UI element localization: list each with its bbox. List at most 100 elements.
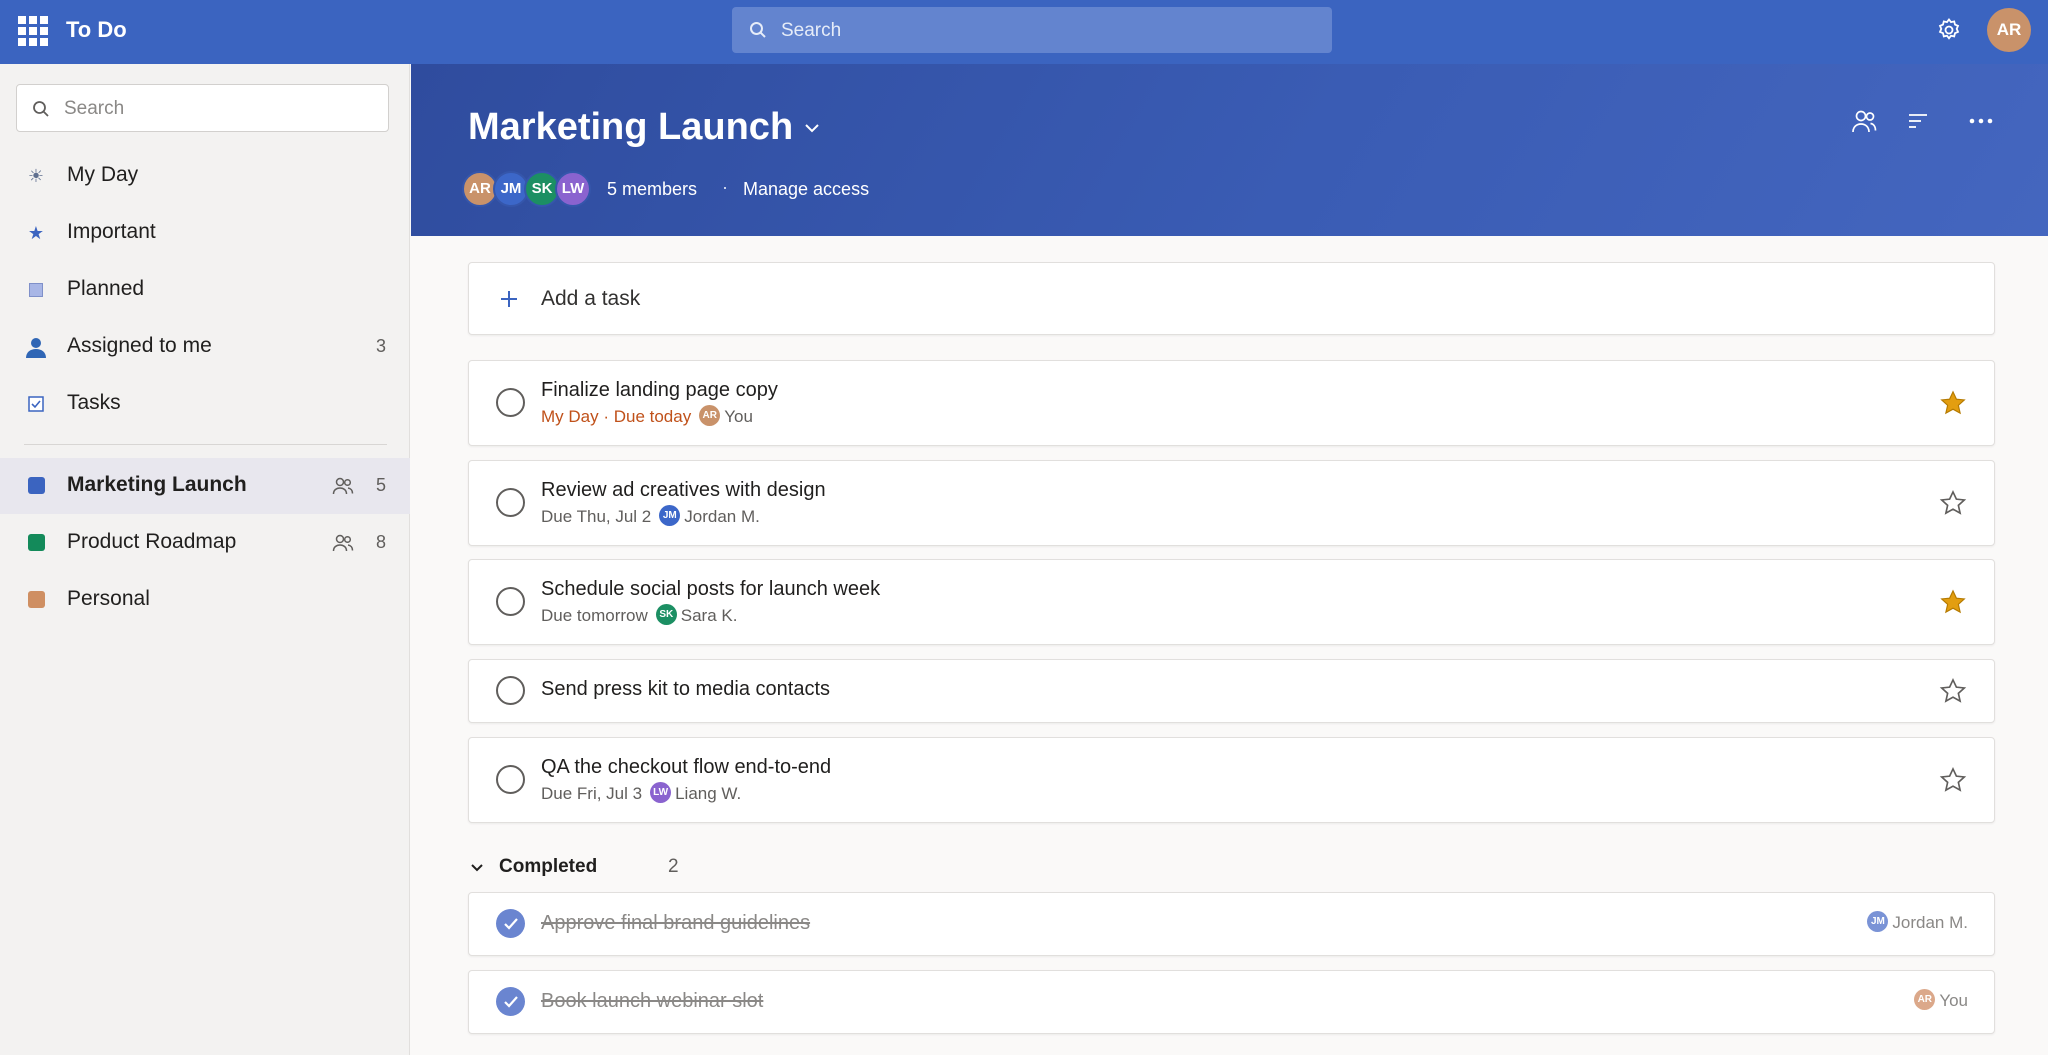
- sidebar-item-personal[interactable]: Personal: [0, 572, 410, 628]
- sidebar-search-input[interactable]: Search: [16, 84, 389, 132]
- checkbox-icon: [24, 392, 48, 416]
- completed-task-row[interactable]: Book launch webinar slot AR You: [468, 970, 1995, 1034]
- person-icon: [24, 335, 48, 359]
- task-assignee: You: [1939, 991, 1968, 1010]
- shared-people-icon: [332, 477, 354, 495]
- sidebar-item-label: Product Roadmap: [67, 530, 237, 553]
- share-people-icon[interactable]: [1851, 108, 1877, 134]
- list-color-icon: [24, 588, 48, 612]
- sidebar-item-label: Personal: [67, 587, 150, 610]
- sidebar-item-count: 8: [375, 532, 386, 552]
- sidebar-item-tasks[interactable]: Tasks: [0, 376, 410, 432]
- complete-checkbox[interactable]: [496, 488, 525, 517]
- checkmark-icon: [504, 918, 518, 930]
- avatar: JM: [659, 505, 681, 527]
- task-title: Book launch webinar slot: [541, 990, 764, 1012]
- avatar: AR: [699, 405, 721, 427]
- more-options-icon[interactable]: [1968, 108, 1994, 134]
- task-due: Due tomorrow: [541, 606, 648, 625]
- settings-gear-icon[interactable]: [1936, 17, 1962, 43]
- task-meta: Due Fri, Jul 3 LW Liang W.: [541, 782, 741, 805]
- add-task-placeholder: Add a task: [541, 287, 641, 310]
- completed-count: 2: [668, 856, 679, 877]
- task-row[interactable]: Review ad creatives with design Due Thu,…: [468, 460, 1995, 546]
- avatar: JM: [1867, 911, 1889, 933]
- complete-checkbox[interactable]: [496, 388, 525, 417]
- sidebar-item-count: 3: [375, 336, 386, 356]
- chevron-down-icon: [471, 864, 483, 872]
- top-search-input[interactable]: Search: [732, 7, 1332, 53]
- top-search-placeholder: Search: [781, 20, 842, 41]
- sidebar-item-planned[interactable]: Planned: [0, 262, 410, 318]
- star-icon: ★: [27, 223, 45, 243]
- task-row[interactable]: QA the checkout flow end-to-end Due Fri,…: [468, 737, 1995, 823]
- task-assignee-group: AR You: [1906, 989, 1968, 1012]
- sidebar-item-label: Marketing Launch: [67, 473, 247, 496]
- sidebar-item-label: Assigned to me: [67, 334, 212, 357]
- shared-people-icon: [332, 534, 354, 552]
- task-title: Approve final brand guidelines: [541, 912, 811, 934]
- app-launcher-icon[interactable]: [18, 16, 48, 46]
- task-assignee: You: [724, 407, 753, 426]
- sidebar-item-marketing-launch[interactable]: Marketing Launch 5: [0, 458, 410, 514]
- calendar-icon: [24, 278, 48, 302]
- sidebar-item-label: Planned: [67, 277, 145, 300]
- complete-checkbox[interactable]: [496, 765, 525, 794]
- user-avatar[interactable]: AR: [1987, 8, 2031, 52]
- task-due: My Day · Due today: [541, 407, 692, 426]
- task-title: Send press kit to media contacts: [541, 678, 831, 700]
- task-due: Due Fri, Jul 3: [541, 784, 643, 803]
- task-title: Finalize landing page copy: [541, 379, 778, 401]
- star-outline-icon[interactable]: [1939, 677, 1967, 705]
- sidebar: Search ☀ My Day ★ Important Planned Assi…: [0, 64, 410, 1055]
- sidebar-item-assigned-to-me[interactable]: Assigned to me 3: [0, 319, 410, 375]
- complete-checkbox[interactable]: [496, 587, 525, 616]
- avatar: LW: [555, 171, 591, 207]
- sidebar-item-label: My Day: [67, 163, 139, 186]
- chevron-down-icon[interactable]: [801, 117, 823, 139]
- list-color-icon: [24, 531, 48, 555]
- star-outline-icon[interactable]: [1939, 766, 1967, 794]
- avatar: SK: [655, 604, 677, 626]
- completed-checkbox[interactable]: [496, 987, 525, 1016]
- sidebar-item-my-day[interactable]: ☀ My Day: [0, 148, 410, 204]
- completed-task-row[interactable]: Approve final brand guidelines JM Jordan …: [468, 892, 1995, 956]
- task-row[interactable]: Schedule social posts for launch week Du…: [468, 559, 1995, 645]
- sidebar-search-placeholder: Search: [64, 98, 125, 119]
- task-assignee: Jordan M.: [684, 507, 760, 526]
- task-title: Schedule social posts for launch week: [541, 578, 881, 600]
- star-filled-icon[interactable]: [1939, 389, 1967, 417]
- task-due: Due Thu, Jul 2: [541, 507, 652, 526]
- list-color-icon: [24, 474, 48, 498]
- search-icon: [33, 101, 49, 117]
- app-title: To Do: [66, 17, 127, 42]
- star-outline-icon[interactable]: [1939, 489, 1967, 517]
- sun-icon: ☀: [27, 166, 45, 186]
- task-row[interactable]: Finalize landing page copy My Day · Due …: [468, 360, 1995, 446]
- separator: ·: [722, 177, 728, 197]
- task-assignee-group: JM Jordan M.: [1859, 911, 1968, 934]
- completed-label: Completed: [499, 856, 598, 877]
- sort-icon[interactable]: [1907, 108, 1929, 134]
- task-assignee: Sara K.: [680, 606, 738, 625]
- task-row[interactable]: Send press kit to media contacts: [468, 659, 1995, 723]
- completed-checkbox[interactable]: [496, 909, 525, 938]
- sidebar-item-label: Important: [67, 220, 156, 243]
- task-title: QA the checkout flow end-to-end: [541, 756, 832, 778]
- avatar: AR: [1914, 989, 1936, 1011]
- sidebar-item-count: 5: [375, 475, 386, 495]
- task-meta: Due tomorrow SK Sara K.: [541, 604, 738, 627]
- sidebar-item-product-roadmap[interactable]: Product Roadmap 8: [0, 515, 410, 571]
- add-task-input[interactable]: Add a task: [468, 262, 1995, 335]
- checkmark-icon: [504, 996, 518, 1008]
- list-header: Marketing Launch AR JM SK LW 5 members ·…: [411, 64, 2048, 236]
- sidebar-item-important[interactable]: ★ Important: [0, 205, 410, 261]
- complete-checkbox[interactable]: [496, 676, 525, 705]
- search-icon: [750, 22, 766, 38]
- star-filled-icon[interactable]: [1939, 588, 1967, 616]
- task-assignee: Jordan M.: [1892, 913, 1968, 932]
- task-meta: My Day · Due today AR You: [541, 405, 753, 428]
- members-count[interactable]: 5 members: [607, 179, 697, 200]
- sidebar-item-label: Tasks: [67, 391, 121, 414]
- manage-access-link[interactable]: Manage access: [743, 179, 869, 200]
